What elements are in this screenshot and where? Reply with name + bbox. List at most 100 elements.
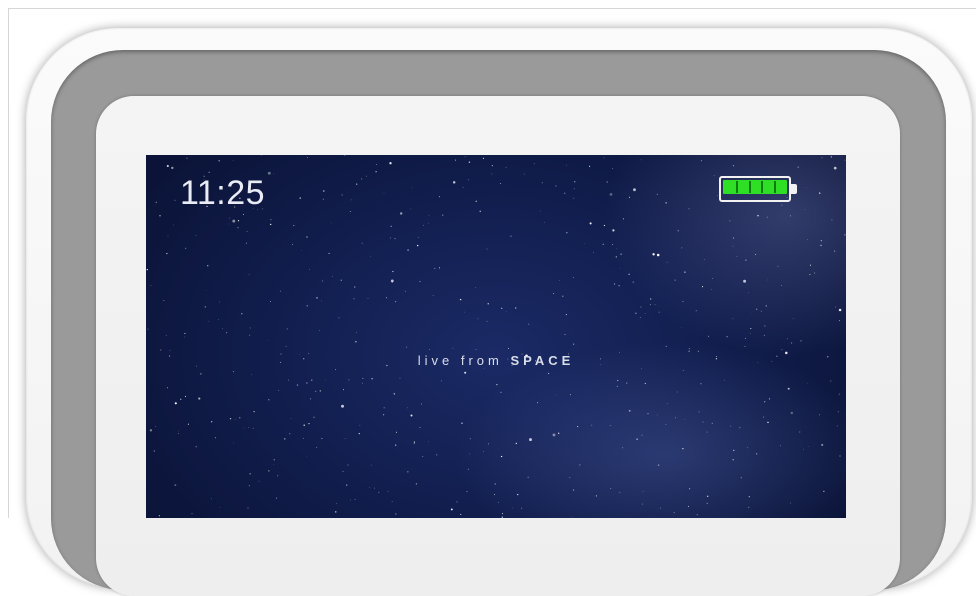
star bbox=[622, 218, 624, 220]
star bbox=[515, 307, 517, 309]
star bbox=[562, 295, 564, 297]
star bbox=[636, 438, 638, 440]
star bbox=[293, 225, 295, 226]
star bbox=[321, 438, 323, 440]
star bbox=[252, 427, 254, 429]
star bbox=[396, 431, 397, 433]
star bbox=[174, 402, 177, 405]
star bbox=[303, 424, 305, 426]
star bbox=[248, 485, 250, 487]
star bbox=[284, 438, 286, 440]
star bbox=[711, 289, 712, 290]
star bbox=[723, 379, 725, 381]
star bbox=[249, 334, 251, 336]
star bbox=[392, 270, 394, 273]
star bbox=[195, 235, 197, 236]
star bbox=[438, 267, 440, 269]
star bbox=[729, 220, 731, 222]
star bbox=[399, 377, 401, 379]
star bbox=[186, 157, 188, 159]
star bbox=[682, 300, 684, 303]
star bbox=[311, 379, 313, 381]
star bbox=[603, 224, 605, 227]
star bbox=[467, 179, 469, 181]
star bbox=[273, 173, 275, 175]
star bbox=[450, 508, 453, 511]
star bbox=[696, 514, 698, 516]
star bbox=[628, 409, 631, 412]
star bbox=[628, 196, 630, 198]
star bbox=[427, 441, 429, 443]
star bbox=[739, 426, 741, 429]
star bbox=[675, 417, 677, 419]
star bbox=[527, 476, 529, 478]
star bbox=[790, 215, 791, 217]
star bbox=[344, 155, 346, 156]
star bbox=[460, 513, 462, 515]
device-screen[interactable]: 11:25 live from SPACE bbox=[146, 155, 846, 518]
star bbox=[428, 223, 429, 224]
star bbox=[301, 250, 302, 251]
star bbox=[615, 256, 617, 258]
star bbox=[204, 306, 206, 308]
star bbox=[496, 383, 498, 386]
star bbox=[606, 181, 608, 183]
star bbox=[838, 393, 840, 395]
star bbox=[289, 433, 291, 435]
star bbox=[756, 453, 758, 455]
star bbox=[417, 237, 419, 238]
star bbox=[763, 416, 765, 418]
star bbox=[537, 402, 538, 404]
star bbox=[322, 280, 324, 282]
star bbox=[160, 349, 162, 351]
star bbox=[417, 244, 419, 247]
star bbox=[248, 274, 250, 275]
star bbox=[207, 265, 209, 267]
star bbox=[665, 424, 667, 425]
star bbox=[400, 212, 403, 215]
star bbox=[809, 264, 812, 266]
star bbox=[656, 193, 659, 196]
star bbox=[765, 305, 767, 307]
star bbox=[814, 272, 816, 274]
star bbox=[635, 312, 637, 314]
star bbox=[639, 317, 641, 318]
star bbox=[763, 334, 765, 336]
star bbox=[172, 224, 174, 226]
star bbox=[237, 220, 240, 222]
star bbox=[502, 513, 504, 515]
star bbox=[589, 222, 592, 225]
star bbox=[571, 516, 573, 518]
star bbox=[708, 335, 710, 337]
star bbox=[286, 328, 288, 330]
star bbox=[267, 339, 269, 341]
star bbox=[616, 248, 618, 250]
star bbox=[348, 379, 350, 381]
star bbox=[556, 394, 557, 396]
star bbox=[779, 445, 781, 447]
star bbox=[507, 347, 510, 349]
star bbox=[483, 451, 484, 452]
star bbox=[222, 328, 223, 329]
star bbox=[370, 464, 372, 466]
star bbox=[335, 369, 336, 370]
star bbox=[292, 243, 294, 245]
star bbox=[395, 513, 397, 515]
star bbox=[180, 398, 182, 400]
star bbox=[436, 454, 438, 456]
star bbox=[442, 214, 444, 216]
star bbox=[306, 236, 308, 238]
star bbox=[838, 320, 840, 322]
star bbox=[228, 217, 230, 219]
star bbox=[732, 318, 734, 320]
star bbox=[517, 493, 519, 496]
star bbox=[477, 318, 479, 320]
star bbox=[553, 293, 555, 295]
star bbox=[411, 187, 413, 189]
star bbox=[306, 382, 308, 384]
star bbox=[335, 503, 337, 505]
star bbox=[167, 235, 169, 237]
battery-level-fill bbox=[723, 180, 787, 194]
star bbox=[751, 311, 753, 313]
star bbox=[237, 227, 239, 229]
